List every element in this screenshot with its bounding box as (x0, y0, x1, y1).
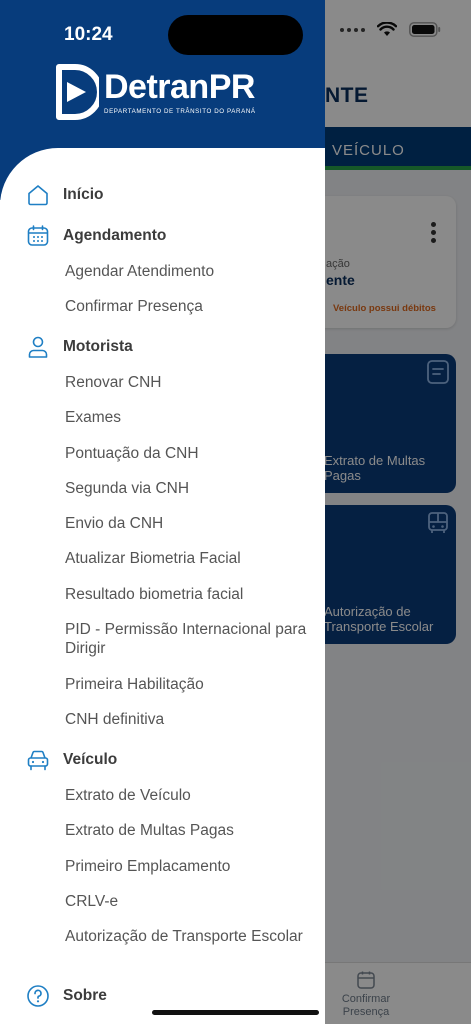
menu-item-envio-cnh[interactable]: Envio da CNH (65, 514, 315, 533)
help-icon (27, 985, 49, 1007)
menu-item-exames[interactable]: Exames (65, 408, 315, 427)
menu-item-extrato-veiculo[interactable]: Extrato de Veículo (65, 786, 315, 805)
menu-item-autorizacao-transporte-escolar[interactable]: Autorização de Transporte Escolar (65, 927, 315, 946)
menu-section-label: Sobre (63, 987, 107, 1004)
menu-item-crlv-e[interactable]: CRLV-e (65, 892, 315, 911)
menu-item-resultado-biometria[interactable]: Resultado biometria facial (65, 585, 315, 604)
menu-section-label: Veículo (63, 751, 118, 768)
menu-item-primeira-habilitacao[interactable]: Primeira Habilitação (65, 675, 315, 694)
drawer-menu: Início Agendamento Agendar Atendimento C… (0, 0, 325, 1024)
home-indicator[interactable] (152, 1010, 319, 1015)
menu-section-agendamento[interactable]: Agendamento (0, 220, 325, 252)
menu-item-agendar-atendimento[interactable]: Agendar Atendimento (65, 262, 315, 281)
menu-item-confirmar-presenca[interactable]: Confirmar Presença (65, 297, 315, 316)
menu-item-atualizar-biometria[interactable]: Atualizar Biometria Facial (65, 549, 315, 568)
menu-item-pontuacao-cnh[interactable]: Pontuação da CNH (65, 444, 315, 463)
user-icon (28, 336, 48, 358)
calendar-icon (27, 225, 49, 246)
home-icon (28, 185, 48, 206)
menu-section-sobre[interactable]: Sobre (0, 980, 325, 1012)
menu-section-motorista[interactable]: Motorista (0, 331, 325, 363)
menu-item-renovar-cnh[interactable]: Renovar CNH (65, 373, 315, 392)
menu-item-pid[interactable]: PID - Permissão Internacional para Dirig… (65, 620, 315, 658)
menu-section-label: Motorista (63, 338, 133, 355)
navigation-drawer: 10:24 DetranPR DEPARTAMENTO DE TRÂNSITO … (0, 0, 325, 1024)
car-icon (27, 750, 49, 771)
menu-item-cnh-definitiva[interactable]: CNH definitiva (65, 710, 315, 729)
menu-item-primeiro-emplacamento[interactable]: Primeiro Emplacamento (65, 857, 315, 876)
menu-section-label: Início (63, 186, 104, 203)
menu-section-label: Agendamento (63, 227, 167, 244)
menu-item-extrato-multas-pagas[interactable]: Extrato de Multas Pagas (65, 821, 315, 840)
menu-section-inicio[interactable]: Início (0, 179, 325, 211)
menu-section-veiculo[interactable]: Veículo (0, 744, 325, 776)
menu-item-segunda-via-cnh[interactable]: Segunda via CNH (65, 479, 315, 498)
